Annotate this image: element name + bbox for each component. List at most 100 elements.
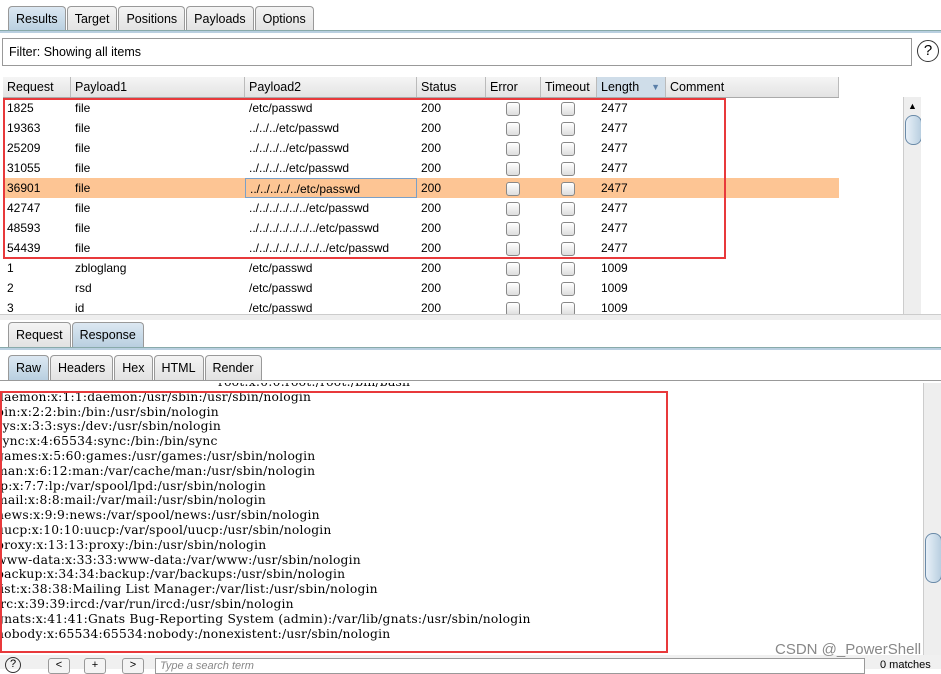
cell-status: 200	[421, 181, 442, 195]
tab-target[interactable]: Target	[66, 6, 118, 31]
cell-payload2: ../../../../etc/passwd	[249, 161, 350, 175]
table-row[interactable]: 48593 file ../../../../../../../etc/pass…	[3, 218, 921, 238]
table-row[interactable]: 36901 file ../../../../../etc/passwd 200…	[3, 178, 839, 198]
cell-request: 3	[7, 301, 14, 314]
splitter[interactable]	[0, 314, 941, 320]
filter-bar[interactable]: Filter: Showing all items	[2, 38, 912, 66]
response-body[interactable]: root:x:0:0:root:/root:/bin/bashdaemon:x:…	[0, 383, 922, 655]
cell-payload1: file	[75, 221, 91, 235]
cell-payload2: ../../../../../../../etc/passwd	[249, 221, 380, 235]
table-row[interactable]: 19363 file ../../../etc/passwd 200 2477	[3, 118, 921, 138]
tab-results[interactable]: Results	[8, 6, 66, 31]
col-length[interactable]: Length ▼	[597, 77, 666, 97]
error-checkbox[interactable]	[506, 101, 520, 116]
error-checkbox[interactable]	[506, 221, 520, 236]
table-scrollbar[interactable]: ▲	[903, 97, 921, 314]
error-checkbox[interactable]	[506, 121, 520, 136]
timeout-checkbox[interactable]	[561, 101, 575, 116]
table-row[interactable]: 3 id /etc/passwd 200 1009	[3, 298, 921, 314]
tab-request[interactable]: Request	[8, 322, 71, 347]
table-row[interactable]: 54439 file ../../../../../../../../etc/p…	[3, 238, 921, 258]
sort-desc-icon: ▼	[651, 82, 660, 92]
scroll-up-icon[interactable]: ▲	[904, 101, 921, 111]
table-row[interactable]: 42747 file ../../../../../../etc/passwd …	[3, 198, 921, 218]
cell-length: 1009	[601, 281, 628, 295]
timeout-checkbox[interactable]	[561, 121, 575, 136]
tab-render[interactable]: Render	[204, 355, 262, 380]
timeout-checkbox[interactable]	[561, 261, 575, 276]
response-line: bin:x:2:2:bin:/bin:/usr/sbin/nologin	[0, 404, 219, 419]
tab-html[interactable]: HTML	[153, 355, 204, 380]
col-status[interactable]: Status	[417, 77, 486, 97]
timeout-checkbox[interactable]	[561, 141, 575, 156]
col-payload1[interactable]: Payload1	[71, 77, 245, 97]
cell-request: 54439	[7, 241, 41, 255]
tab-raw[interactable]: Raw	[8, 355, 50, 380]
cell-error	[486, 278, 541, 298]
tab-headers[interactable]: Headers	[50, 355, 114, 380]
col-error[interactable]: Error	[486, 77, 541, 97]
response-line: mail:x:8:8:mail:/var/mail:/usr/sbin/nolo…	[0, 493, 267, 508]
cell-request: 42747	[7, 201, 41, 215]
scroll-thumb[interactable]	[905, 115, 921, 145]
cell-timeout	[541, 198, 597, 218]
help-icon[interactable]: ?	[917, 40, 939, 62]
cell-error	[486, 218, 541, 238]
cell-payload2: ../../../../../../../../etc/passwd	[249, 241, 390, 255]
help-icon[interactable]: ?	[5, 657, 21, 673]
tab-hex[interactable]: Hex	[114, 355, 153, 380]
prev-button[interactable]: <	[48, 658, 70, 674]
cell-timeout	[541, 138, 597, 158]
timeout-checkbox[interactable]	[561, 181, 575, 196]
timeout-checkbox[interactable]	[561, 241, 575, 256]
cell-status: 200	[421, 201, 442, 215]
col-timeout[interactable]: Timeout	[541, 77, 597, 97]
response-line: root:x:0:0:root:/root:/bin/bash	[218, 383, 922, 390]
response-scrollbar[interactable]	[923, 383, 941, 655]
timeout-checkbox[interactable]	[561, 201, 575, 216]
table-row[interactable]: 25209 file ../../../../etc/passwd 200 24…	[3, 138, 921, 158]
cell-payload1: file	[75, 161, 91, 175]
cell-comment	[666, 238, 839, 258]
next-button[interactable]: >	[122, 658, 144, 674]
error-checkbox[interactable]	[506, 241, 520, 256]
cell-payload1: id	[75, 301, 85, 314]
cell-status: 200	[421, 261, 442, 275]
timeout-checkbox[interactable]	[561, 161, 575, 176]
col-request[interactable]: Request	[3, 77, 71, 97]
tab-payloads[interactable]: Payloads	[186, 6, 254, 31]
table-row[interactable]: 2 rsd /etc/passwd 200 1009	[3, 278, 921, 298]
error-checkbox[interactable]	[506, 261, 520, 276]
error-checkbox[interactable]	[506, 281, 520, 296]
table-row[interactable]: 1 zbloglang /etc/passwd 200 1009	[3, 258, 921, 278]
error-checkbox[interactable]	[506, 181, 520, 196]
add-button[interactable]: +	[84, 658, 106, 674]
col-comment[interactable]: Comment	[666, 77, 839, 97]
tab-options[interactable]: Options	[254, 6, 314, 31]
error-checkbox[interactable]	[506, 201, 520, 216]
cell-payload2: /etc/passwd	[249, 101, 313, 115]
col-payload2[interactable]: Payload2	[245, 77, 417, 97]
cell-length: 2477	[601, 201, 628, 215]
cell-timeout	[541, 178, 597, 198]
response-line: lp:x:7:7:lp:/var/spool/lpd:/usr/sbin/nol…	[0, 478, 266, 493]
error-checkbox[interactable]	[506, 141, 520, 156]
cell-payload1: zbloglang	[75, 261, 127, 275]
error-checkbox[interactable]	[506, 301, 520, 314]
cell-status: 200	[421, 101, 442, 115]
response-line: backup:x:34:34:backup:/var/backups:/usr/…	[0, 567, 346, 582]
table-row[interactable]: 1825 file /etc/passwd 200 2477	[3, 98, 921, 118]
cell-length: 2477	[601, 141, 628, 155]
tab-response[interactable]: Response	[71, 322, 144, 347]
timeout-checkbox[interactable]	[561, 301, 575, 314]
error-checkbox[interactable]	[506, 161, 520, 176]
tab-positions[interactable]: Positions	[118, 6, 186, 31]
table-body: 1825 file /etc/passwd 200 2477 19363 fil…	[3, 98, 921, 314]
cell-status: 200	[421, 121, 442, 135]
timeout-checkbox[interactable]	[561, 281, 575, 296]
table-row[interactable]: 31055 file ../../../../etc/passwd 200 24…	[3, 158, 921, 178]
response-line: sys:x:3:3:sys:/dev:/usr/sbin/nologin	[0, 419, 221, 434]
scroll-thumb[interactable]	[925, 533, 941, 583]
timeout-checkbox[interactable]	[561, 221, 575, 236]
search-input[interactable]: Type a search term	[155, 658, 865, 674]
